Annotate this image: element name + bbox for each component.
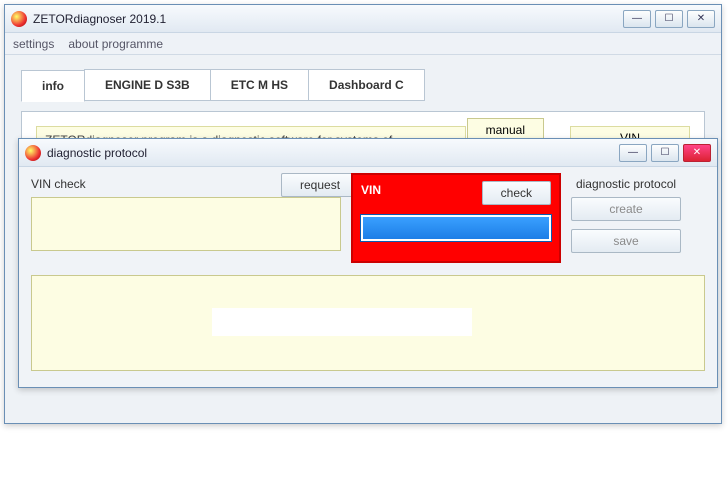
dialog-minimize-button[interactable]: — xyxy=(619,144,647,162)
vin-input[interactable] xyxy=(361,215,551,241)
vin-check-output xyxy=(31,197,341,251)
dialog-window: diagnostic protocol — ☐ ✕ VIN check requ… xyxy=(18,138,718,388)
dp-header: diagnostic protocol xyxy=(571,177,681,191)
app-icon xyxy=(11,11,27,27)
dialog-title: diagnostic protocol xyxy=(47,146,619,160)
tab-etc[interactable]: ETC M HS xyxy=(210,69,309,101)
protocol-output xyxy=(31,275,705,371)
dialog-client: VIN check request VIN check diagnostic p… xyxy=(19,167,717,387)
maximize-button[interactable]: ☐ xyxy=(655,10,683,28)
minimize-button[interactable]: — xyxy=(623,10,651,28)
main-titlebar[interactable]: ZETORdiagnoser 2019.1 — ☐ ✕ xyxy=(5,5,721,33)
dialog-icon xyxy=(25,145,41,161)
request-button[interactable]: request xyxy=(281,173,359,197)
create-button[interactable]: create xyxy=(571,197,681,221)
close-button[interactable]: ✕ xyxy=(687,10,715,28)
check-button[interactable]: check xyxy=(482,181,551,205)
dialog-maximize-button[interactable]: ☐ xyxy=(651,144,679,162)
tab-engine[interactable]: ENGINE D S3B xyxy=(84,69,211,101)
main-title: ZETORdiagnoser 2019.1 xyxy=(33,12,623,26)
tabstrip: info ENGINE D S3B ETC M HS Dashboard C xyxy=(21,69,705,101)
menubar: settings about programme xyxy=(5,33,721,55)
tab-dashboard[interactable]: Dashboard C xyxy=(308,69,425,101)
dialog-close-button[interactable]: ✕ xyxy=(683,144,711,162)
protocol-text-field[interactable] xyxy=(212,308,472,336)
tab-info[interactable]: info xyxy=(21,70,85,102)
save-button[interactable]: save xyxy=(571,229,681,253)
dialog-titlebar[interactable]: diagnostic protocol — ☐ ✕ xyxy=(19,139,717,167)
vin-panel: VIN check xyxy=(351,173,561,263)
menu-settings[interactable]: settings xyxy=(13,37,54,51)
menu-about[interactable]: about programme xyxy=(68,37,163,51)
